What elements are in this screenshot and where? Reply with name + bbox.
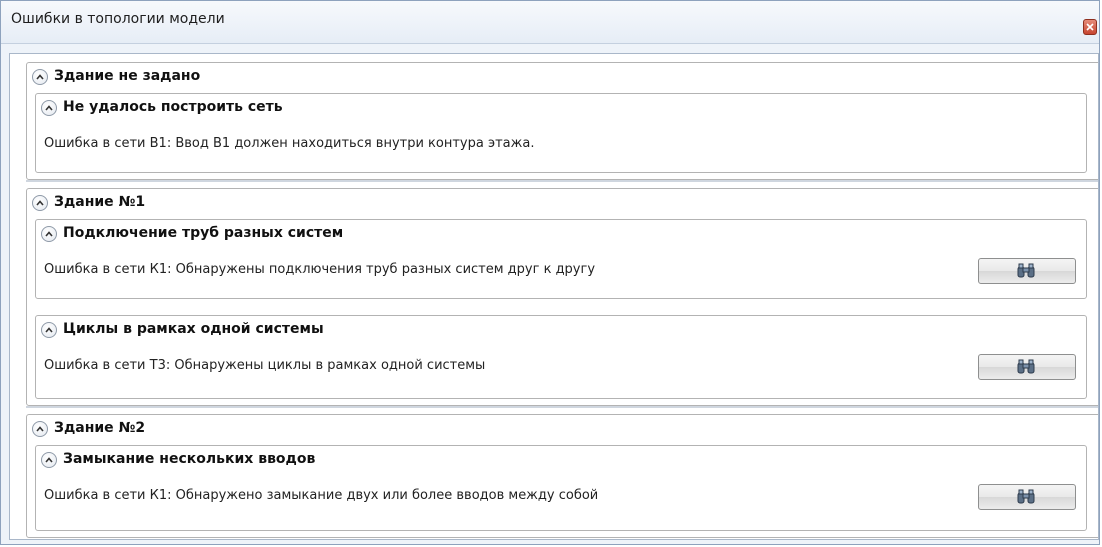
collapse-button[interactable]: [41, 226, 57, 242]
error-item: Не удалось построить сеть Ошибка в сети …: [35, 93, 1087, 173]
close-button[interactable]: [1083, 19, 1097, 35]
binoculars-icon: [1017, 359, 1035, 374]
collapse-button[interactable]: [32, 195, 48, 211]
collapse-button[interactable]: [41, 100, 57, 116]
group-separator: [26, 406, 1098, 408]
binoculars-icon: [1017, 263, 1035, 278]
chevron-up-icon: [36, 74, 44, 80]
errors-panel: Здание не задано Не удалось построить се…: [9, 53, 1099, 540]
error-message: Ошибка в сети Т3: Обнаружены циклы в рам…: [44, 358, 486, 373]
error-message: Ошибка в сети К1: Обнаружено замыкание д…: [44, 488, 599, 503]
find-on-model-button[interactable]: [978, 484, 1076, 510]
group-header[interactable]: Здание №2: [27, 415, 1098, 443]
find-on-model-button[interactable]: [978, 258, 1076, 284]
chevron-up-icon: [36, 426, 44, 432]
binoculars-icon: [1017, 489, 1035, 504]
group-header[interactable]: Здание не задано: [27, 63, 1098, 91]
chevron-up-icon: [45, 105, 53, 111]
group-separator: [26, 180, 1098, 182]
chevron-up-icon: [45, 231, 53, 237]
title-bar: Ошибки в топологии модели: [1, 1, 1099, 44]
group-title: Здание №2: [54, 420, 146, 436]
group-title: Здание не задано: [54, 68, 201, 84]
chevron-up-icon: [36, 200, 44, 206]
group-title: Здание №1: [54, 194, 146, 210]
error-title: Циклы в рамках одной системы: [63, 321, 324, 337]
group-building-2: Здание №2 Замыкание нескольких вводов Ош…: [26, 414, 1098, 538]
error-item: Циклы в рамках одной системы Ошибка в се…: [35, 315, 1087, 399]
collapse-button[interactable]: [32, 421, 48, 437]
error-item: Замыкание нескольких вводов Ошибка в сет…: [35, 445, 1087, 531]
error-message: Ошибка в сети В1: Ввод В1 должен находит…: [44, 136, 535, 151]
find-on-model-button[interactable]: [978, 354, 1076, 380]
close-icon: [1086, 23, 1094, 31]
group-header[interactable]: Здание №1: [27, 189, 1098, 217]
error-title: Замыкание нескольких вводов: [63, 451, 316, 467]
error-item: Подключение труб разных систем Ошибка в …: [35, 219, 1087, 299]
window-title: Ошибки в топологии модели: [11, 11, 225, 27]
error-title: Подключение труб разных систем: [63, 225, 344, 241]
group-building-unset: Здание не задано Не удалось построить се…: [26, 62, 1098, 180]
error-title: Не удалось построить сеть: [63, 99, 283, 115]
collapse-button[interactable]: [41, 322, 57, 338]
collapse-button[interactable]: [32, 69, 48, 85]
group-building-1: Здание №1 Подключение труб разных систем…: [26, 188, 1098, 406]
error-dialog: Ошибки в топологии модели Здание не зада…: [0, 0, 1100, 545]
collapse-button[interactable]: [41, 452, 57, 468]
chevron-up-icon: [45, 327, 53, 333]
error-message: Ошибка в сети К1: Обнаружены подключения…: [44, 262, 596, 277]
chevron-up-icon: [45, 457, 53, 463]
